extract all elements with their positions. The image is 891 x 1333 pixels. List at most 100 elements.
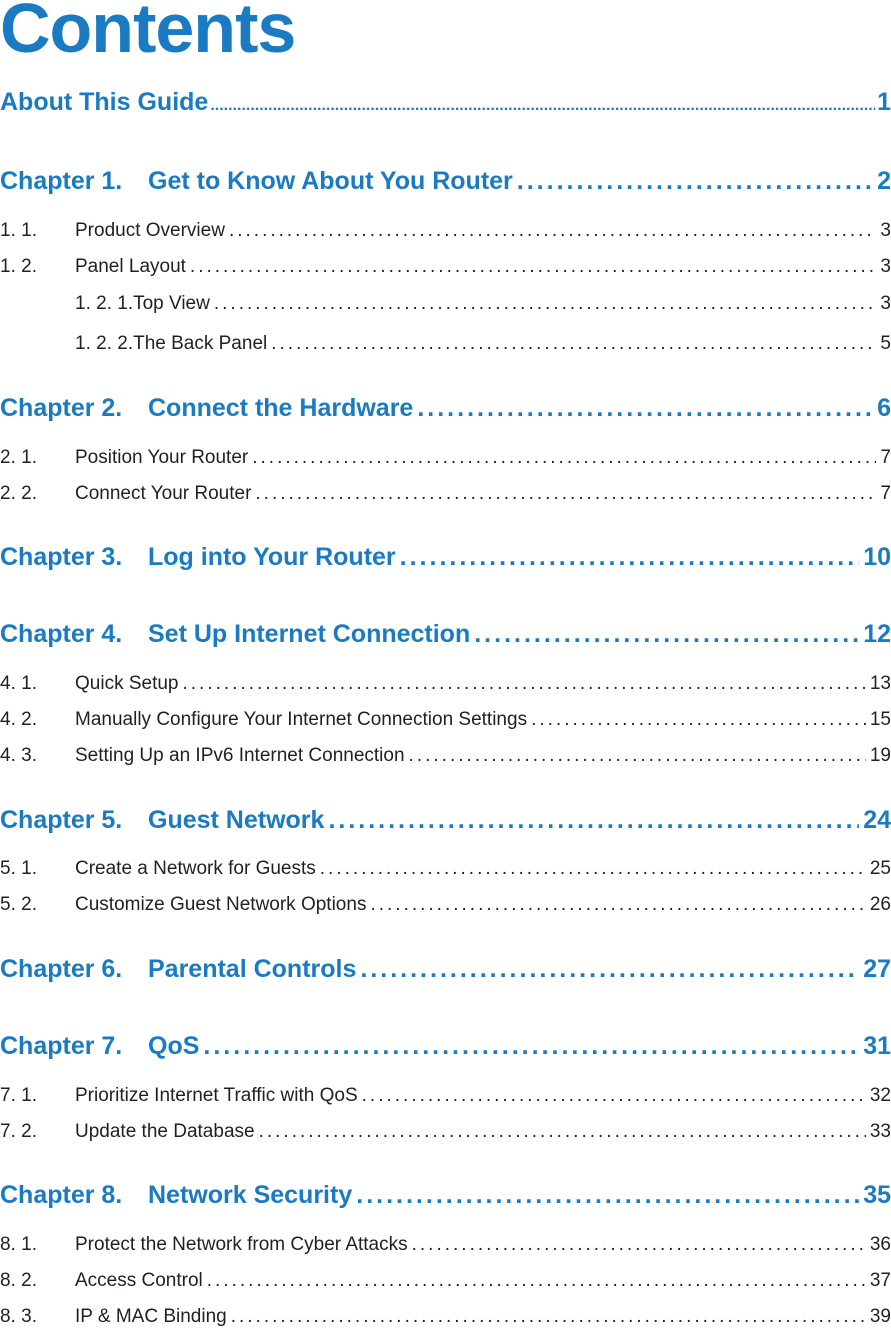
entry-title[interactable]: Connect Your Router (75, 483, 251, 505)
entry-number: 5. 1. (0, 858, 37, 879)
leader-dots: ........................................… (203, 1032, 860, 1060)
leader-dots: ........................................… (228, 220, 876, 241)
toc-entry[interactable]: 4. 3. Setting Up an IPv6 Internet Connect… (0, 745, 891, 769)
entry-page[interactable]: 37 (870, 1270, 891, 1292)
entry-page[interactable]: 26 (870, 894, 891, 916)
entry-title[interactable]: QoS (148, 1032, 199, 1061)
entry-page[interactable]: 13 (870, 673, 891, 695)
toc-entry[interactable]: 1. 2. Panel Layout.......................… (0, 256, 891, 280)
entry-title[interactable]: Manually Configure Your Internet Connect… (75, 709, 527, 731)
entry-number: 7. 1. (0, 1085, 37, 1106)
entry-title[interactable]: 1. 2. 1.Top View (75, 293, 210, 315)
toc-entry[interactable]: 2. 1. Position Your Router...............… (0, 447, 891, 471)
toc-entry[interactable]: Chapter 6. Parental Controls.............… (0, 955, 891, 987)
toc-entry[interactable]: About This Guide........................… (0, 88, 891, 120)
entry-title[interactable]: IP & MAC Binding (75, 1306, 227, 1328)
entry-page[interactable]: 7 (880, 483, 891, 505)
toc-entry[interactable]: Chapter 8. Network Security..............… (0, 1181, 891, 1213)
entry-title[interactable]: Setting Up an IPv6 Internet Connection (75, 745, 405, 767)
entry-title[interactable]: Customize Guest Network Options (75, 894, 366, 916)
entry-page[interactable]: 35 (863, 1181, 891, 1210)
entry-page[interactable]: 3 (880, 293, 891, 315)
toc-entry[interactable]: 8. 3. IP & MAC Binding...................… (0, 1306, 891, 1330)
entry-page[interactable]: 31 (863, 1032, 891, 1061)
entry-number: 4. 3. (0, 745, 37, 766)
entry-title[interactable]: Protect the Network from Cyber Attacks (75, 1234, 408, 1256)
toc-entry[interactable]: Chapter 3. Log into Your Router..........… (0, 543, 891, 575)
entry-title[interactable]: Log into Your Router (148, 543, 396, 572)
toc-entry[interactable]: 4. 2. Manually Configure Your Internet Co… (0, 709, 891, 733)
toc-entry[interactable]: Chapter 5. Guest Network.................… (0, 806, 891, 838)
entry-title[interactable]: Update the Database (75, 1121, 255, 1143)
entry-page[interactable]: 3 (880, 256, 891, 278)
toc-entry[interactable]: 5. 2. Customize Guest Network Options....… (0, 894, 891, 918)
toc-entry[interactable]: 7. 1. Prioritize Internet Traffic with Qo… (0, 1085, 891, 1109)
entry-number: 8. 1. (0, 1234, 37, 1255)
entry-title[interactable]: Quick Setup (75, 673, 179, 695)
entry-page[interactable]: 10 (863, 543, 891, 572)
entry-page[interactable]: 19 (870, 745, 891, 767)
entry-title[interactable]: 1. 2. 2.The Back Panel (75, 333, 267, 355)
toc-entry[interactable]: 5. 1. Create a Network for Guests........… (0, 858, 891, 882)
leader-dots: ........................................… (252, 447, 876, 468)
leader-dots: ........................................… (356, 1181, 860, 1209)
leader-dots: ........................................… (370, 894, 866, 915)
entry-title[interactable]: Set Up Internet Connection (148, 620, 470, 649)
entry-page[interactable]: 7 (880, 447, 891, 469)
entry-title[interactable]: Guest Network (148, 806, 324, 835)
entry-title[interactable]: Product Overview (75, 220, 225, 242)
entry-page[interactable]: 3 (880, 220, 891, 242)
entry-title[interactable]: Panel Layout (75, 256, 186, 278)
toc-entry[interactable]: Chapter 1. Get to Know About You Router..… (0, 167, 891, 199)
entry-page[interactable]: 33 (870, 1121, 891, 1143)
entry-number: 2. 2. (0, 483, 37, 504)
entry-title[interactable]: Access Control (75, 1270, 203, 1292)
entry-number: Chapter 6. (0, 955, 123, 983)
page-title: Contents (0, 0, 296, 67)
leader-dots: ........................................… (408, 745, 866, 766)
entry-page[interactable]: 36 (870, 1234, 891, 1256)
toc-entry[interactable]: 2. 2. Connect Your Router................… (0, 483, 891, 507)
toc-entry[interactable]: 1. 1. Product Overview...................… (0, 220, 891, 244)
entry-page[interactable]: 1 (877, 88, 891, 117)
entry-title[interactable]: About This Guide (0, 88, 208, 117)
entry-page[interactable]: 25 (870, 858, 891, 880)
entry-page[interactable]: 12 (863, 620, 891, 649)
entry-page[interactable]: 5 (880, 333, 891, 355)
toc-entry[interactable]: 4. 1. Quick Setup........................… (0, 673, 891, 697)
entry-title[interactable]: Connect the Hardware (148, 394, 413, 423)
leader-dots: ........................................… (255, 483, 877, 504)
toc-entry[interactable]: 1. 2. 2.The Back Panel..................… (0, 333, 891, 357)
leader-dots: ........................................… (206, 1270, 866, 1291)
toc-entry[interactable]: Chapter 2. Connect the Hardware..........… (0, 394, 891, 426)
entry-title[interactable]: Position Your Router (75, 447, 248, 469)
entry-page[interactable]: 32 (870, 1085, 891, 1107)
toc-entry[interactable]: 7. 2. Update the Database................… (0, 1121, 891, 1145)
toc-entry[interactable]: 8. 2. Access Control.....................… (0, 1270, 891, 1294)
entry-number: 1. 1. (0, 220, 37, 241)
entry-title[interactable]: Network Security (148, 1181, 352, 1210)
entry-page[interactable]: 27 (863, 955, 891, 984)
leader-dots: ........................................… (210, 97, 876, 114)
entry-number: Chapter 7. (0, 1032, 123, 1060)
entry-page[interactable]: 39 (870, 1306, 891, 1328)
toc-entry[interactable]: 8. 1. Protect the Network from Cyber Atta… (0, 1234, 891, 1258)
leader-dots: ........................................… (516, 167, 874, 195)
toc-entry[interactable]: Chapter 7. QoS...........................… (0, 1032, 891, 1064)
entry-title[interactable]: Prioritize Internet Traffic with QoS (75, 1085, 358, 1107)
entry-title[interactable]: Get to Know About You Router (148, 167, 513, 196)
entry-page[interactable]: 15 (870, 709, 891, 731)
entry-page[interactable]: 6 (877, 394, 891, 423)
toc-entry[interactable]: 1. 2. 1.Top View........................… (0, 293, 891, 317)
entry-number: Chapter 4. (0, 620, 123, 648)
entry-page[interactable]: 24 (863, 806, 891, 835)
leader-dots: ........................................… (319, 858, 866, 879)
entry-page[interactable]: 2 (877, 167, 891, 196)
leader-dots: ........................................… (271, 333, 877, 354)
entry-title[interactable]: Create a Network for Guests (75, 858, 316, 880)
entry-number: Chapter 2. (0, 394, 123, 422)
entry-title[interactable]: Parental Controls (148, 955, 356, 984)
entry-number: 4. 1. (0, 673, 37, 694)
leader-dots: ........................................… (213, 293, 877, 314)
toc-entry[interactable]: Chapter 4. Set Up Internet Connection....… (0, 620, 891, 652)
